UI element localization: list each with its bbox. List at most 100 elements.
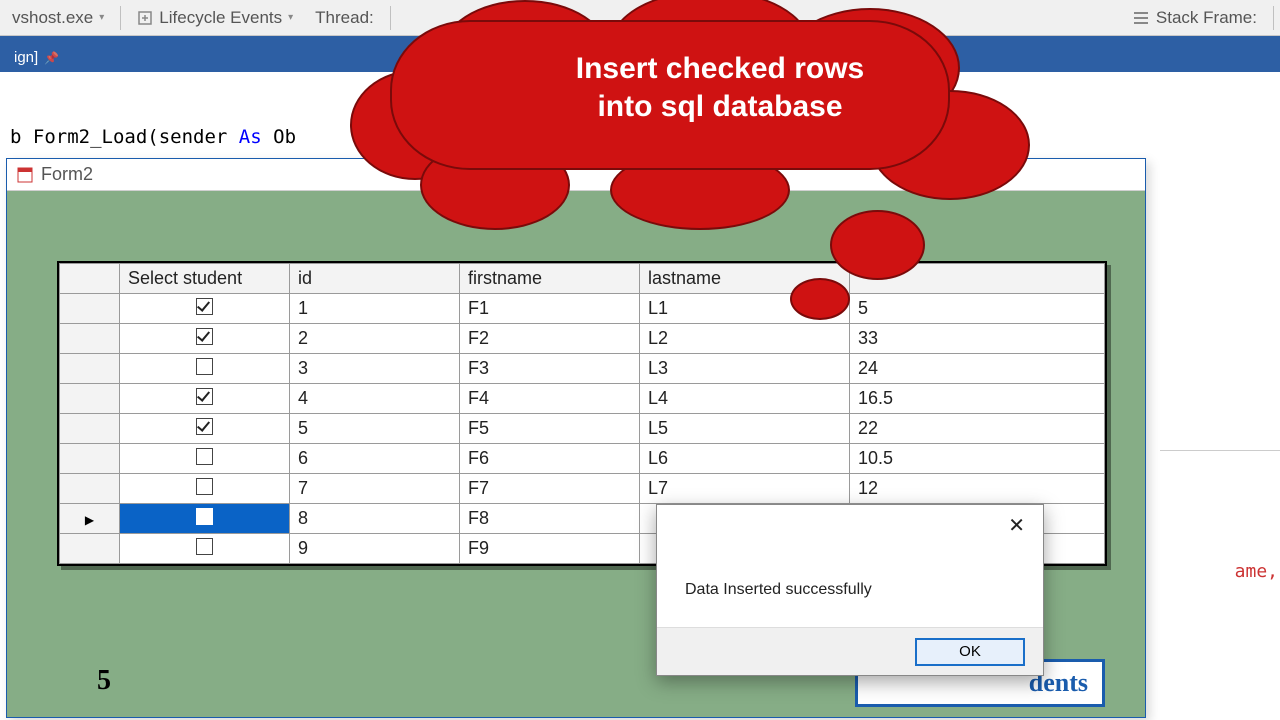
grid-header-row: Select student id firstname lastname (60, 264, 1105, 294)
lifecycle-label: Lifecycle Events (159, 8, 282, 28)
table-row[interactable]: 1F1L15 (60, 294, 1105, 324)
pin-icon[interactable]: 📌 (44, 51, 59, 65)
table-row[interactable]: 7F7L712 (60, 474, 1105, 504)
checkbox-icon[interactable] (196, 508, 213, 525)
checkbox-icon[interactable] (196, 448, 213, 465)
lifecycle-icon (137, 10, 153, 26)
stackframe-icon (1132, 10, 1150, 26)
code-text: b (10, 126, 33, 148)
stackframe-label: Stack Frame: (1156, 8, 1257, 28)
col-select[interactable]: Select student (120, 264, 290, 294)
cell-id[interactable]: 8 (290, 504, 460, 534)
col-average[interactable] (850, 264, 1105, 294)
cell-select[interactable] (120, 384, 290, 414)
cell-firstname[interactable]: F7 (460, 474, 640, 504)
cell-select[interactable] (120, 504, 290, 534)
checkbox-icon[interactable] (196, 538, 213, 555)
code-fragment-right: ame, (1160, 450, 1280, 610)
messagebox-footer: OK (657, 627, 1043, 675)
lifecycle-events-dropdown[interactable]: Lifecycle Events ▾ (131, 6, 299, 30)
checkbox-icon[interactable] (196, 298, 213, 315)
cell-select[interactable] (120, 474, 290, 504)
tab-title: ign] (14, 49, 38, 66)
cell-lastname[interactable]: L2 (640, 324, 850, 354)
checkbox-icon[interactable] (196, 388, 213, 405)
col-lastname[interactable]: lastname (640, 264, 850, 294)
row-header[interactable] (60, 444, 120, 474)
cell-average[interactable]: 10.5 (850, 444, 1105, 474)
checkbox-icon[interactable] (196, 358, 213, 375)
cell-select[interactable] (120, 414, 290, 444)
form2-titlebar[interactable]: Form2 (7, 159, 1145, 191)
cell-firstname[interactable]: F9 (460, 534, 640, 564)
cell-average[interactable]: 33 (850, 324, 1105, 354)
checkbox-icon[interactable] (196, 418, 213, 435)
cell-select[interactable] (120, 534, 290, 564)
cell-select[interactable] (120, 324, 290, 354)
cell-firstname[interactable]: F1 (460, 294, 640, 324)
cell-select[interactable] (120, 294, 290, 324)
row-header[interactable] (60, 324, 120, 354)
cell-firstname[interactable]: F2 (460, 324, 640, 354)
row-header[interactable] (60, 414, 120, 444)
row-header[interactable] (60, 504, 120, 534)
cell-lastname[interactable]: L4 (640, 384, 850, 414)
form2-title-text: Form2 (41, 164, 93, 185)
chevron-down-icon: ▾ (288, 12, 293, 23)
cell-id[interactable]: 7 (290, 474, 460, 504)
toolbar-separator (120, 6, 121, 30)
cell-firstname[interactable]: F4 (460, 384, 640, 414)
table-row[interactable]: 2F2L233 (60, 324, 1105, 354)
checkbox-icon[interactable] (196, 328, 213, 345)
cell-firstname[interactable]: F8 (460, 504, 640, 534)
cell-firstname[interactable]: F6 (460, 444, 640, 474)
messagebox-text: Data Inserted successfully (685, 581, 872, 599)
process-name: vshost.exe (12, 8, 93, 28)
cell-lastname[interactable]: L3 (640, 354, 850, 384)
cell-average[interactable]: 5 (850, 294, 1105, 324)
cell-average[interactable]: 24 (850, 354, 1105, 384)
cell-id[interactable]: 4 (290, 384, 460, 414)
cell-lastname[interactable]: L1 (640, 294, 850, 324)
cell-lastname[interactable]: L7 (640, 474, 850, 504)
row-header[interactable] (60, 384, 120, 414)
cell-id[interactable]: 9 (290, 534, 460, 564)
cell-lastname[interactable]: L6 (640, 444, 850, 474)
thread-dropdown[interactable]: Thread: (309, 6, 380, 30)
cell-lastname[interactable]: L5 (640, 414, 850, 444)
tab-design[interactable]: ign] 📌 (4, 43, 73, 72)
cell-average[interactable]: 12 (850, 474, 1105, 504)
row-header[interactable] (60, 354, 120, 384)
cell-id[interactable]: 6 (290, 444, 460, 474)
table-row[interactable]: 5F5L522 (60, 414, 1105, 444)
col-firstname[interactable]: firstname (460, 264, 640, 294)
cell-average[interactable]: 22 (850, 414, 1105, 444)
ok-button[interactable]: OK (915, 638, 1025, 666)
cell-id[interactable]: 2 (290, 324, 460, 354)
cell-id[interactable]: 1 (290, 294, 460, 324)
thread-label: Thread: (315, 8, 374, 28)
col-id[interactable]: id (290, 264, 460, 294)
process-dropdown[interactable]: vshost.exe ▾ (6, 6, 110, 30)
grid-corner[interactable] (60, 264, 120, 294)
table-row[interactable]: 3F3L324 (60, 354, 1105, 384)
table-row[interactable]: 4F4L416.5 (60, 384, 1105, 414)
cell-id[interactable]: 3 (290, 354, 460, 384)
cell-average[interactable]: 16.5 (850, 384, 1105, 414)
selected-count-label: 5 (97, 665, 111, 697)
checkbox-icon[interactable] (196, 478, 213, 495)
code-text: Ob (262, 126, 296, 148)
close-icon[interactable]: ✕ (998, 509, 1035, 542)
cell-id[interactable]: 5 (290, 414, 460, 444)
cell-firstname[interactable]: F5 (460, 414, 640, 444)
code-keyword: As (239, 126, 262, 148)
table-row[interactable]: 6F6L610.5 (60, 444, 1105, 474)
cell-firstname[interactable]: F3 (460, 354, 640, 384)
row-header[interactable] (60, 534, 120, 564)
cell-select[interactable] (120, 444, 290, 474)
row-header[interactable] (60, 294, 120, 324)
code-text: Form2_Load(sender (33, 126, 239, 148)
row-header[interactable] (60, 474, 120, 504)
stackframe-dropdown[interactable]: Stack Frame: (1126, 6, 1263, 30)
cell-select[interactable] (120, 354, 290, 384)
